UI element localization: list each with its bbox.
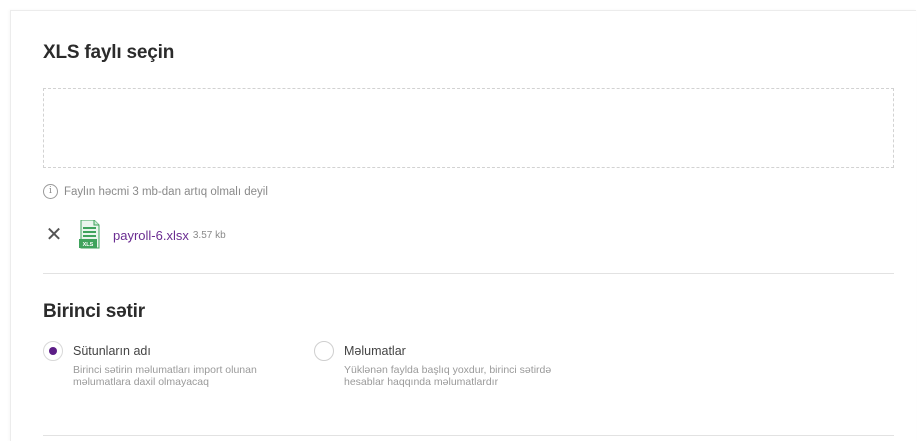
file-dropzone[interactable] — [43, 88, 894, 168]
file-size: 3.57 kb — [192, 229, 226, 241]
option-description: Birinci sətirin məlumatları import oluna… — [73, 364, 257, 388]
option-description: Yüklənən faylda başlıq yoxdur, birinci s… — [344, 364, 552, 388]
radio-button-checked[interactable] — [43, 341, 63, 361]
upload-section-title: XLS faylı seçin — [43, 42, 175, 63]
first-row-section-title: Birinci sətir — [43, 301, 145, 322]
radio-option-column-names[interactable]: Sütunların adı Birinci sətirin məlumatla… — [43, 341, 293, 388]
file-size-hint: i Faylın həcmi 3 mb-dan artıq olmalı dey… — [43, 184, 268, 199]
xls-badge-text: XLS — [83, 242, 94, 248]
remove-file-icon[interactable]: ✕ — [43, 224, 65, 246]
option-label: Məlumatlar — [344, 344, 406, 358]
radio-option-data[interactable]: Məlumatlar Yüklənən faylda başlıq yoxdur… — [314, 341, 594, 388]
xls-file-icon: XLS — [79, 220, 100, 249]
file-name-link[interactable]: payroll-6.xlsx — [113, 228, 189, 243]
info-icon: i — [43, 184, 58, 199]
radio-button-unchecked[interactable] — [314, 341, 334, 361]
import-card: XLS faylı seçin i Faylın həcmi 3 mb-dan … — [10, 10, 916, 441]
option-label: Sütunların adı — [73, 344, 151, 358]
section-divider — [43, 273, 894, 274]
file-size-hint-text: Faylın həcmi 3 mb-dan artıq olmalı deyil — [64, 185, 268, 198]
uploaded-file: ✕ XLS payroll-6.xlsx 3.57 kb — [43, 220, 226, 250]
